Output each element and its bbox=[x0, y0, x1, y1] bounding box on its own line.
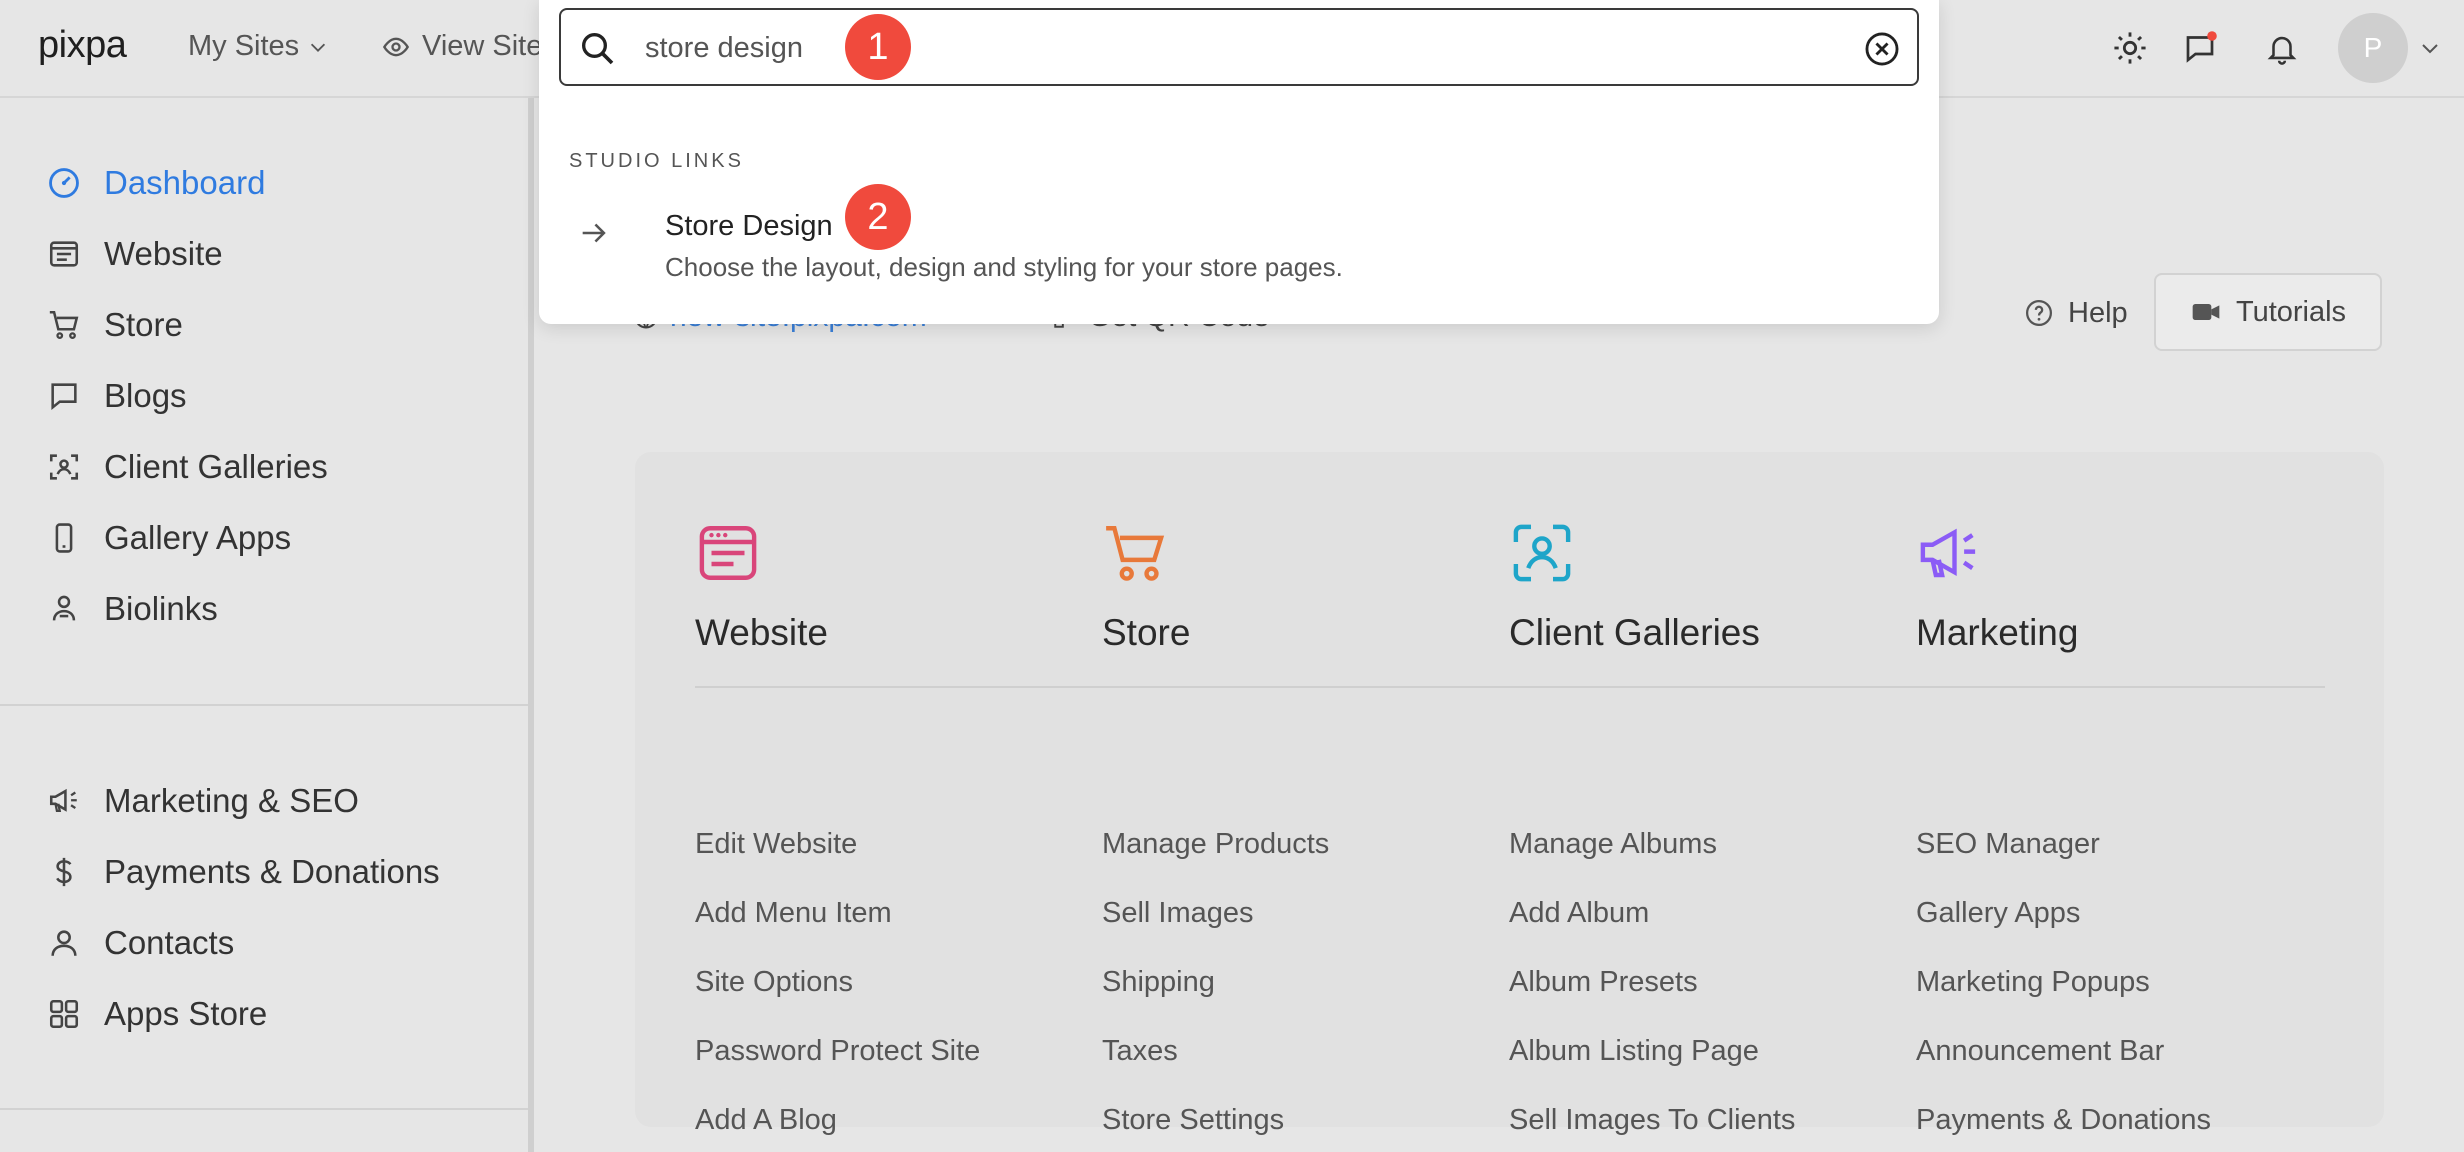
my-sites-dropdown[interactable]: My Sites bbox=[188, 30, 329, 63]
link-manage-albums[interactable]: Manage Albums bbox=[1509, 828, 1717, 861]
link-announcement-bar[interactable]: Announcement Bar bbox=[1916, 1035, 2164, 1068]
link-shipping[interactable]: Shipping bbox=[1102, 966, 1215, 999]
link-edit-website[interactable]: Edit Website bbox=[695, 828, 857, 861]
link-password-protect-site[interactable]: Password Protect Site bbox=[695, 1035, 980, 1068]
question-circle-icon bbox=[2026, 300, 2052, 326]
megaphone-icon bbox=[1920, 528, 1976, 578]
sidebar-item-blogs[interactable]: Blogs bbox=[44, 371, 187, 421]
sidebar-item-label: Gallery Apps bbox=[104, 519, 292, 556]
client-galleries-icon bbox=[1513, 524, 1571, 582]
column-title-store: Store bbox=[1102, 612, 1191, 653]
megaphone-icon bbox=[44, 781, 84, 821]
sidebar-item-label: Marketing & SEO bbox=[104, 782, 359, 819]
sidebar-item-biolinks[interactable]: Biolinks bbox=[44, 584, 218, 634]
search-result-store-design[interactable]: Store Design Choose the layout, design a… bbox=[565, 200, 1905, 300]
chevron-down-icon[interactable] bbox=[2418, 36, 2442, 60]
sidebar-item-label: Apps Store bbox=[104, 995, 268, 1032]
column-title-website: Website bbox=[695, 612, 828, 653]
link-album-presets[interactable]: Album Presets bbox=[1509, 966, 1698, 999]
messages-icon[interactable] bbox=[2180, 28, 2220, 68]
link-sell-images[interactable]: Sell Images bbox=[1102, 897, 1254, 930]
website-icon bbox=[44, 234, 84, 274]
sidebar-item-payments-donations[interactable]: Payments & Donations bbox=[44, 847, 440, 897]
theme-toggle-icon[interactable] bbox=[2110, 28, 2150, 68]
search-input[interactable] bbox=[645, 24, 1825, 72]
arrow-right-icon bbox=[582, 223, 606, 243]
search-dropdown: STUDIO LINKS Store Design Choose the lay… bbox=[539, 0, 1939, 324]
user-icon bbox=[44, 923, 84, 963]
sidebar-divider bbox=[0, 1108, 528, 1110]
avatar[interactable]: P bbox=[2338, 13, 2408, 83]
annotation-badge-1: 1 bbox=[845, 14, 911, 80]
link-album-listing-page[interactable]: Album Listing Page bbox=[1509, 1035, 1759, 1068]
sidebar-item-label: Biolinks bbox=[104, 590, 218, 627]
link-seo-manager[interactable]: SEO Manager bbox=[1916, 828, 2100, 861]
cart-icon bbox=[44, 305, 84, 345]
sidebar-item-gallery-apps[interactable]: Gallery Apps bbox=[44, 513, 291, 563]
sidebar-item-website[interactable]: Website bbox=[44, 229, 223, 279]
tutorials-label: Tutorials bbox=[2235, 295, 2347, 328]
link-store-settings[interactable]: Store Settings bbox=[1102, 1104, 1284, 1137]
sidebar-item-apps-store[interactable]: Apps Store bbox=[44, 989, 267, 1039]
dashboard-icon bbox=[44, 163, 84, 203]
link-add-menu-item[interactable]: Add Menu Item bbox=[695, 897, 892, 930]
sidebar-item-label: Contacts bbox=[104, 924, 235, 961]
sidebar-divider bbox=[0, 704, 528, 706]
notifications-bell-icon[interactable] bbox=[2262, 28, 2302, 68]
sidebar-item-label: Client Galleries bbox=[104, 448, 328, 485]
phone-icon bbox=[44, 518, 84, 558]
dollar-icon bbox=[44, 852, 84, 892]
apps-icon bbox=[44, 994, 84, 1034]
chevron-down-icon bbox=[311, 43, 326, 52]
pixpa-logo[interactable]: pixpa bbox=[38, 24, 127, 67]
view-site-label: View Site bbox=[422, 30, 543, 62]
website-icon bbox=[699, 526, 757, 580]
sidebar-item-label: Dashboard bbox=[104, 164, 266, 201]
help-label: Help bbox=[2068, 296, 2128, 329]
sidebar-item-label: Store bbox=[104, 306, 183, 343]
eye-icon bbox=[382, 37, 410, 56]
video-camera-icon bbox=[2192, 304, 2220, 320]
search-box bbox=[559, 8, 1919, 86]
biolinks-icon bbox=[44, 589, 84, 629]
link-manage-products[interactable]: Manage Products bbox=[1102, 828, 1329, 861]
link-marketing-popups[interactable]: Marketing Popups bbox=[1916, 966, 2150, 999]
link-taxes[interactable]: Taxes bbox=[1102, 1035, 1178, 1068]
clear-search-icon[interactable] bbox=[1863, 30, 1901, 68]
link-site-options[interactable]: Site Options bbox=[695, 966, 853, 999]
help-button[interactable]: Help bbox=[2002, 274, 2150, 352]
column-title-marketing: Marketing bbox=[1916, 612, 2079, 653]
search-result-title: Store Design bbox=[665, 210, 833, 242]
sidebar-item-contacts[interactable]: Contacts bbox=[44, 918, 234, 968]
sidebar-item-marketing-seo[interactable]: Marketing & SEO bbox=[44, 776, 359, 826]
tutorials-button[interactable]: Tutorials bbox=[2154, 273, 2382, 351]
sidebar-item-label: Blogs bbox=[104, 377, 187, 414]
sidebar-item-client-galleries[interactable]: Client Galleries bbox=[44, 442, 328, 492]
sidebar-item-label: Payments & Donations bbox=[104, 853, 440, 890]
sidebar: Dashboard Website Store Blogs Client Gal… bbox=[0, 98, 534, 1152]
sidebar-item-dashboard[interactable]: Dashboard bbox=[44, 158, 265, 208]
link-payments-donations[interactable]: Payments & Donations bbox=[1916, 1104, 2211, 1137]
link-add-album[interactable]: Add Album bbox=[1509, 897, 1649, 930]
cart-icon bbox=[1106, 526, 1165, 581]
link-gallery-apps[interactable]: Gallery Apps bbox=[1916, 897, 2080, 930]
panel-divider bbox=[695, 686, 2325, 688]
search-icon bbox=[582, 33, 614, 65]
client-galleries-icon bbox=[44, 447, 84, 487]
my-sites-label: My Sites bbox=[188, 30, 300, 62]
view-site-link[interactable]: View Site bbox=[382, 30, 542, 63]
sidebar-item-label: Website bbox=[104, 235, 223, 272]
blog-icon bbox=[44, 376, 84, 416]
sidebar-item-store[interactable]: Store bbox=[44, 300, 183, 350]
studio-links-label: STUDIO LINKS bbox=[569, 150, 744, 172]
column-title-client-galleries: Client Galleries bbox=[1509, 612, 1760, 653]
search-result-description: Choose the layout, design and styling fo… bbox=[665, 252, 1343, 282]
link-add-a-blog[interactable]: Add A Blog bbox=[695, 1104, 837, 1137]
link-sell-images-to-clients[interactable]: Sell Images To Clients bbox=[1509, 1104, 1795, 1137]
annotation-badge-2: 2 bbox=[845, 184, 911, 250]
quick-links-panel: Website Edit Website Add Menu Item Site … bbox=[635, 452, 2384, 1136]
